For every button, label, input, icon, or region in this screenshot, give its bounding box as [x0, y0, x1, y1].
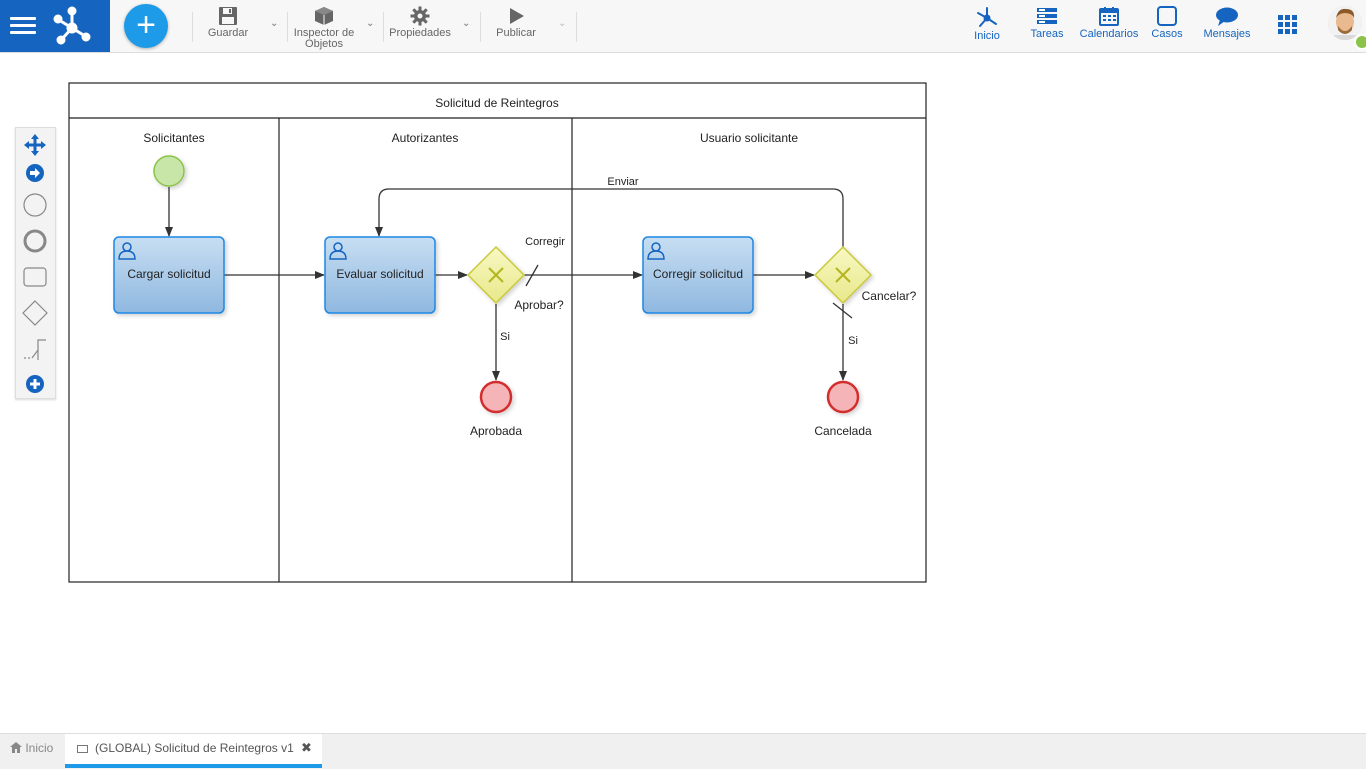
task-corregir-solicitud[interactable]: Corregir solicitud — [642, 236, 754, 314]
toolbar-divider — [287, 12, 288, 42]
nav-messages-label: Mensajes — [1203, 28, 1251, 40]
pool-solicitud-reintegros: Solicitud de Reintegros — [68, 82, 927, 583]
toolbar-divider — [192, 12, 193, 42]
online-status-dot — [1354, 34, 1366, 50]
flow-label-corregir: Corregir — [525, 236, 565, 248]
save-button[interactable]: Guardar — [204, 6, 252, 48]
gateway-label-aprobar: Aprobar? — [514, 298, 564, 312]
tab-active-label: (GLOBAL) Solicitud de Reintegros v1 — [95, 741, 294, 755]
top-toolbar: + Guardar ⌄ Inspector de Objetos ⌄ Propi… — [0, 0, 1366, 53]
end-event-cancelada[interactable] — [826, 380, 860, 414]
end-label-cancelada: Cancelada — [814, 424, 872, 438]
menu-bar-icon — [10, 17, 36, 20]
task-label: Cargar solicitud — [127, 267, 210, 281]
save-label: Guardar — [207, 27, 249, 39]
play-icon — [510, 8, 524, 24]
lane-title-solicitantes: Solicitantes — [143, 131, 204, 145]
tab-process-solicitud-reintegros[interactable]: (GLOBAL) Solicitud de Reintegros v1 ✖ — [65, 734, 322, 768]
nav-home-label: Inicio — [974, 30, 1000, 42]
nav-cases[interactable]: Casos — [1150, 6, 1184, 40]
home-icon — [10, 742, 22, 753]
nav-calendars[interactable]: Calendarios — [1078, 6, 1140, 40]
gear-icon — [410, 6, 430, 26]
bpmn-diagram-canvas[interactable]: Solicitud de Reintegros Solicitantes Aut… — [0, 53, 1366, 733]
end-event-aprobada[interactable] — [479, 380, 513, 414]
end-label-aprobada: Aprobada — [470, 424, 522, 438]
toolbar-divider — [383, 12, 384, 42]
process-home-icon — [977, 7, 997, 27]
start-event[interactable] — [153, 155, 185, 187]
task-label: Evaluar solicitud — [336, 267, 423, 281]
tab-home-label: Inicio — [25, 741, 54, 755]
nav-tasks-label: Tareas — [1030, 28, 1064, 40]
lane-title-autorizantes: Autorizantes — [392, 131, 459, 145]
brand-area — [0, 0, 110, 52]
bottom-tab-bar: Inicio (GLOBAL) Solicitud de Reintegros … — [0, 733, 1366, 769]
menu-bar-icon — [10, 31, 36, 34]
object-inspector-button[interactable]: Inspector de Objetos — [290, 6, 358, 50]
toolbar-divider — [480, 12, 481, 42]
flow-label-enviar: Enviar — [607, 176, 639, 188]
gateway-label-cancelar: Cancelar? — [862, 289, 917, 303]
apps-grid-icon[interactable] — [1278, 15, 1298, 35]
publish-button[interactable]: Publicar — [490, 6, 542, 48]
calendar-icon — [1099, 7, 1119, 26]
save-icon — [219, 7, 237, 25]
process-tab-icon — [77, 745, 88, 753]
pool-title: Solicitud de Reintegros — [435, 96, 558, 110]
nav-tasks[interactable]: Tareas — [1028, 6, 1066, 40]
properties-button[interactable]: Propiedades — [386, 6, 454, 48]
task-cargar-solicitud[interactable]: Cargar solicitud — [113, 236, 225, 314]
publish-dropdown-chevron-icon[interactable]: ⌄ — [558, 18, 566, 29]
inspector-dropdown-chevron-icon[interactable]: ⌄ — [366, 18, 374, 29]
lane-title-usuario-solicitante: Usuario solicitante — [700, 131, 798, 145]
task-label: Corregir solicitud — [653, 267, 743, 281]
chat-bubble-icon — [1216, 7, 1238, 26]
nav-cases-label: Casos — [1151, 28, 1183, 40]
tab-home[interactable]: Inicio — [0, 734, 63, 768]
flow-label-si-approve: Si — [500, 331, 510, 343]
inspector-label-line2: Objetos — [305, 38, 343, 50]
menu-bar-icon — [10, 24, 36, 27]
flow-label-si-cancel: Si — [848, 335, 858, 347]
cube-icon — [315, 7, 333, 25]
toolbar-divider — [576, 12, 577, 42]
publish-label: Publicar — [496, 27, 536, 39]
tasks-icon — [1037, 8, 1057, 24]
nav-messages[interactable]: Mensajes — [1202, 6, 1252, 40]
close-tab-icon[interactable]: ✖ — [301, 734, 312, 762]
task-evaluar-solicitud[interactable]: Evaluar solicitud — [324, 236, 436, 314]
nav-home[interactable]: Inicio — [970, 6, 1004, 42]
cases-icon — [1157, 6, 1177, 26]
properties-dropdown-chevron-icon[interactable]: ⌄ — [462, 18, 470, 29]
nav-calendars-label: Calendarios — [1079, 28, 1139, 40]
app-logo-icon[interactable] — [52, 6, 92, 46]
hamburger-menu-button[interactable] — [10, 14, 36, 38]
add-button[interactable]: + — [124, 4, 168, 48]
properties-label: Propiedades — [389, 27, 451, 39]
save-dropdown-chevron-icon[interactable]: ⌄ — [270, 18, 278, 29]
